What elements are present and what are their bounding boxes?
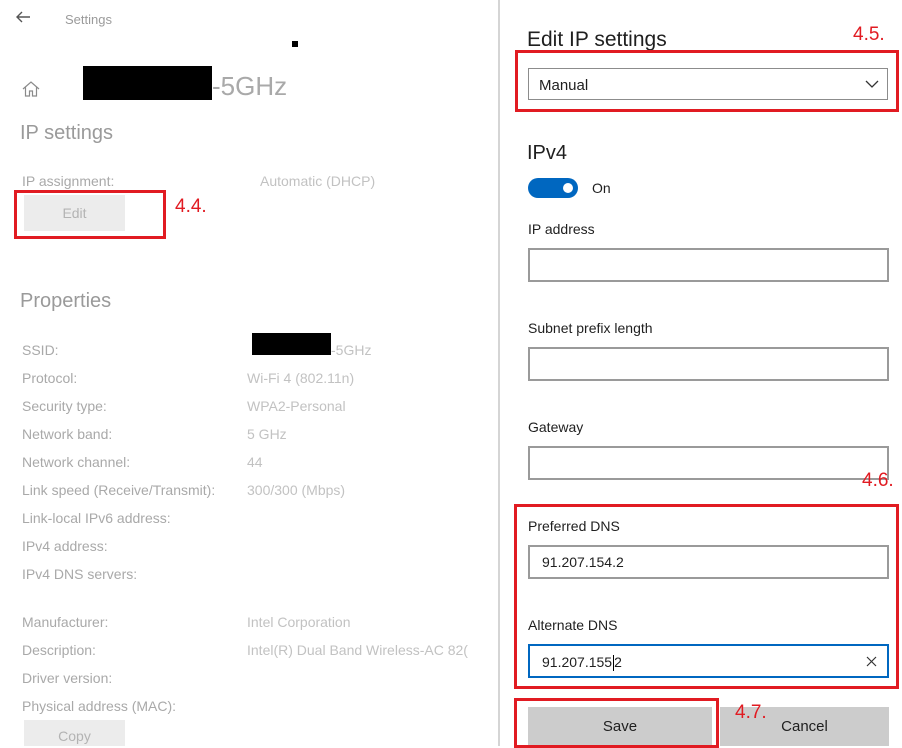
dialog-title: Edit IP settings xyxy=(527,28,667,51)
ipv4-toggle[interactable] xyxy=(528,178,578,198)
cursor-marker xyxy=(292,41,298,47)
prop-label: Physical address (MAC): xyxy=(22,698,177,714)
annotation-label-dns: 4.6. xyxy=(862,470,894,491)
network-properties-pane: Settings -5GHz IP settings IP assignment… xyxy=(0,0,500,746)
annotation-label-manual: 4.5. xyxy=(853,24,885,45)
prop-label: IPv4 address: xyxy=(22,538,108,554)
annotation-box-edit xyxy=(14,190,166,239)
annotation-box-dns xyxy=(514,504,899,689)
prop-label: Security type: xyxy=(22,398,107,414)
prop-label: SSID: xyxy=(22,342,59,358)
prop-label: IPv4 DNS servers: xyxy=(22,566,138,582)
ip-assignment-value: Automatic (DHCP) xyxy=(260,173,376,189)
redacted-ssid xyxy=(252,333,331,355)
ip-assignment-label: IP assignment: xyxy=(22,173,115,189)
ip-address-input[interactable] xyxy=(528,248,889,282)
prop-label: Link-local IPv6 address: xyxy=(22,510,171,526)
subnet-prefix-label: Subnet prefix length xyxy=(528,320,653,336)
annotation-label-edit: 4.4. xyxy=(175,196,207,217)
prop-value: 300/300 (Mbps) xyxy=(247,482,346,498)
prop-value: -5GHz xyxy=(331,342,372,358)
prop-label: Link speed (Receive/Transmit): xyxy=(22,482,216,498)
subnet-prefix-input[interactable] xyxy=(528,347,889,381)
network-name-suffix: -5GHz xyxy=(212,71,288,101)
prop-label: Driver version: xyxy=(22,670,113,686)
prop-value: Intel Corporation xyxy=(247,614,351,630)
window-title: Settings xyxy=(65,12,112,27)
prop-value: 44 xyxy=(247,454,263,470)
toggle-knob xyxy=(563,183,573,193)
ip-settings-heading: IP settings xyxy=(20,122,114,144)
copy-button[interactable]: Copy xyxy=(24,720,125,746)
annotation-box-manual xyxy=(515,50,899,112)
prop-label: Manufacturer: xyxy=(22,614,109,630)
annotation-box-save xyxy=(514,698,719,748)
ip-address-label: IP address xyxy=(528,221,595,237)
prop-label: Protocol: xyxy=(22,370,78,386)
ipv4-heading: IPv4 xyxy=(527,142,568,164)
back-arrow-icon[interactable] xyxy=(14,8,32,26)
annotation-label-save: 4.7. xyxy=(735,702,767,723)
prop-value: Intel(R) Dual Band Wireless-AC 82( xyxy=(247,642,468,658)
prop-value: 5 GHz xyxy=(247,426,287,442)
properties-heading: Properties xyxy=(20,290,112,312)
prop-value: WPA2-Personal xyxy=(247,398,346,414)
gateway-input[interactable] xyxy=(528,446,889,480)
prop-label: Description: xyxy=(22,642,96,658)
ipv4-toggle-label: On xyxy=(592,180,611,196)
redacted-network-name xyxy=(83,66,212,100)
prop-label: Network band: xyxy=(22,426,113,442)
prop-value: Wi-Fi 4 (802.11n) xyxy=(247,370,355,386)
prop-label: Network channel: xyxy=(22,454,131,470)
home-icon[interactable] xyxy=(21,79,41,99)
gateway-label: Gateway xyxy=(528,419,584,435)
